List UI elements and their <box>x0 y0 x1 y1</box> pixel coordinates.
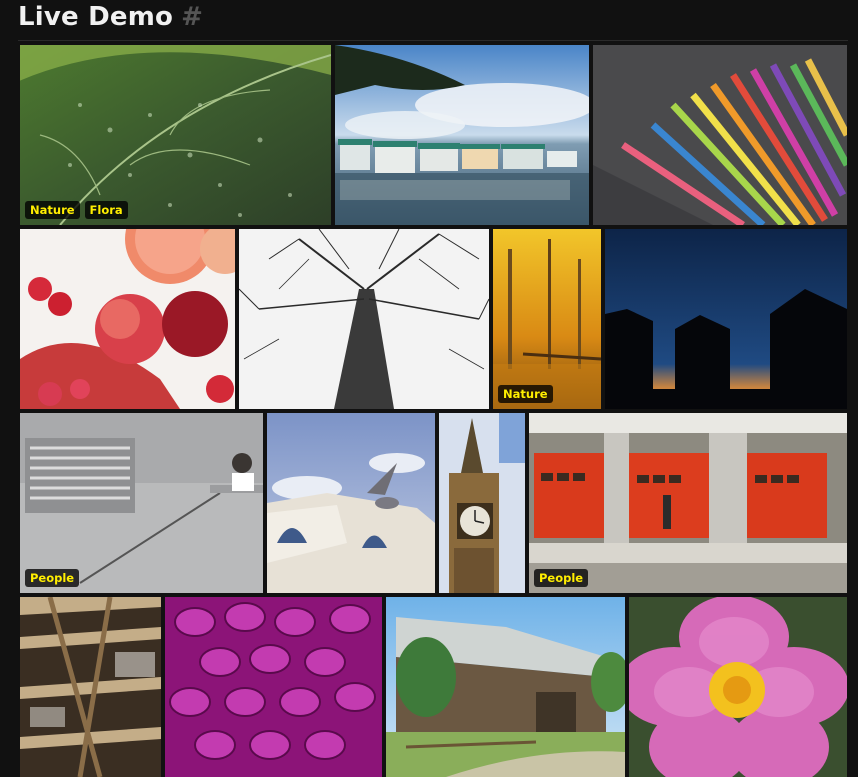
gallery-item-pencils[interactable] <box>593 45 847 225</box>
tag-label[interactable]: Nature <box>498 385 553 403</box>
autumn-image <box>493 229 601 409</box>
tag-label[interactable]: Flora <box>84 201 128 219</box>
tag-label[interactable]: People <box>534 569 589 587</box>
gallery-item-leaf[interactable]: Nature Flora <box>20 45 331 225</box>
justified-gallery: Nature Flora Nature People People <box>0 0 858 777</box>
cosmos-image <box>629 597 847 777</box>
gallery-item-dahlia[interactable] <box>165 597 382 777</box>
tag-label[interactable]: People <box>25 569 80 587</box>
pencils-image <box>593 45 847 225</box>
fruits-image <box>20 229 235 409</box>
gallery-item-fruits[interactable] <box>20 229 235 409</box>
barn-image <box>386 597 625 777</box>
gallery-item-concrete[interactable]: People <box>20 413 263 593</box>
boats-image <box>335 45 589 225</box>
gallery-item-clocktower[interactable] <box>439 413 525 593</box>
clocktower-image <box>439 413 525 593</box>
tag-list: People <box>25 569 80 587</box>
tag-list: People <box>534 569 589 587</box>
gallery-item-beams[interactable] <box>20 597 161 777</box>
gallery-item-firestation[interactable]: People <box>529 413 847 593</box>
leaf-image <box>20 45 331 225</box>
beams-image <box>20 597 161 777</box>
gallery-item-autumn[interactable]: Nature <box>493 229 601 409</box>
gallery-item-bird[interactable] <box>267 413 435 593</box>
tag-label[interactable]: Nature <box>25 201 80 219</box>
sheds-image <box>605 229 847 409</box>
dahlia-image <box>165 597 382 777</box>
tree-image <box>239 229 489 409</box>
tag-list: Nature Flora <box>25 201 128 219</box>
tag-list: Nature <box>498 385 553 403</box>
firestation-image <box>529 413 847 593</box>
gallery-item-cosmos[interactable] <box>629 597 847 777</box>
gallery-item-barn[interactable] <box>386 597 625 777</box>
gallery-item-boats[interactable] <box>335 45 589 225</box>
gallery-item-tree[interactable] <box>239 229 489 409</box>
gallery-item-sheds[interactable] <box>605 229 847 409</box>
concrete-image <box>20 413 263 593</box>
bird-image <box>267 413 435 593</box>
